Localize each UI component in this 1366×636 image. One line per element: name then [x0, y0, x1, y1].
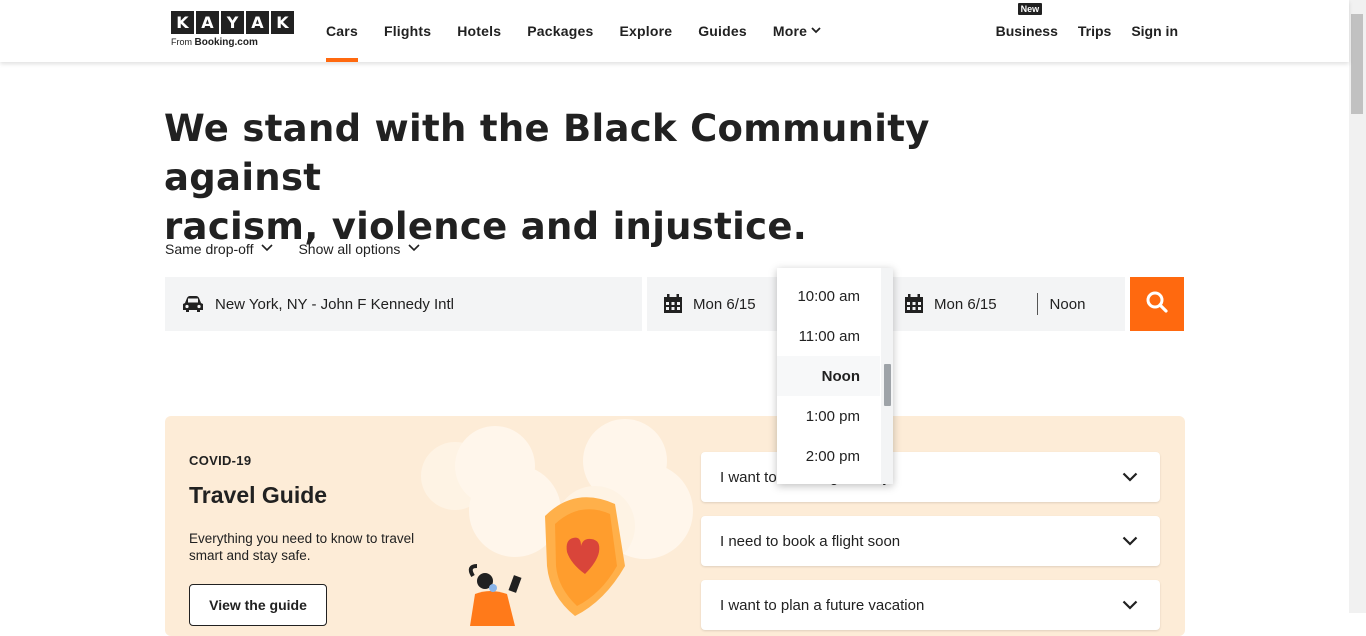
traveler-shield-illustration — [415, 416, 715, 636]
hero-headline: We stand with the Black Community agains… — [164, 104, 1084, 251]
time-option[interactable]: 2:00 pm — [777, 436, 880, 476]
nav-label: Explore — [619, 23, 673, 39]
pickup-time-dropdown[interactable]: 10:00 am 11:00 am Noon 1:00 pm 2:00 pm — [777, 268, 893, 484]
sign-in-link[interactable]: Sign in — [1131, 23, 1178, 39]
business-link[interactable]: New Business — [995, 3, 1058, 39]
nav-cars[interactable]: Cars — [326, 0, 358, 62]
dropoff-time-select[interactable]: Noon — [1050, 296, 1086, 313]
dropoff-option-label: Same drop-off — [165, 241, 254, 257]
nav-label: Guides — [698, 23, 747, 39]
field-divider — [1036, 293, 1038, 315]
nav-guides[interactable]: Guides — [698, 0, 747, 62]
main-nav: Cars Flights Hotels Packages Explore Gui… — [326, 0, 847, 62]
nav-label: Flights — [383, 23, 432, 39]
logo-letter: K — [271, 11, 294, 34]
accordion-travel-now[interactable]: I want to travel right away — [701, 452, 1160, 502]
time-option[interactable]: 1:00 pm — [777, 396, 880, 436]
time-option[interactable]: 11:00 am — [777, 316, 880, 356]
new-badge: New — [1017, 3, 1043, 15]
dropoff-date-value: Mon 6/15 — [934, 295, 997, 313]
show-all-options-label: Show all options — [298, 241, 401, 257]
trips-label: Trips — [1077, 23, 1112, 39]
site-header: K A Y A K From Booking.com Cars Flights … — [0, 0, 1349, 62]
car-icon — [181, 295, 205, 313]
nav-label: More — [772, 23, 808, 39]
calendar-icon — [663, 294, 683, 314]
dropoff-date-field[interactable]: Mon 6/15 Noon — [888, 277, 1125, 331]
logo-subtitle: From Booking.com — [171, 37, 294, 48]
chevron-down-icon — [1122, 597, 1138, 614]
covid-title: Travel Guide — [189, 482, 328, 508]
chevron-down-icon — [408, 243, 420, 255]
trips-link[interactable]: Trips — [1078, 23, 1111, 39]
logo-letter: A — [196, 11, 219, 34]
chevron-down-icon — [261, 243, 274, 255]
nav-hotels[interactable]: Hotels — [457, 0, 501, 62]
accordion-label: I want to plan a future vacation — [720, 596, 925, 614]
kayak-logo[interactable]: K A Y A K From Booking.com — [171, 11, 294, 48]
dropdown-scrollbar-thumb[interactable] — [884, 364, 891, 406]
search-icon — [1145, 290, 1169, 319]
search-options: Same drop-off Show all options — [165, 241, 445, 257]
accordion-plan-vacation[interactable]: I want to plan a future vacation — [701, 580, 1160, 630]
page-scrollbar-thumb[interactable] — [1351, 14, 1363, 114]
logo-sub-brand: Booking.com — [194, 37, 258, 48]
location-value: New York, NY - John F Kennedy Intl — [215, 295, 455, 313]
accordion-label: I need to book a flight soon — [720, 532, 901, 550]
nav-label: Cars — [326, 23, 358, 39]
view-guide-button[interactable]: View the guide — [189, 584, 327, 626]
chevron-down-icon — [1122, 533, 1138, 550]
chevron-down-icon — [811, 26, 821, 37]
search-button[interactable] — [1130, 277, 1184, 331]
nav-packages[interactable]: Packages — [527, 0, 593, 62]
time-option-selected[interactable]: Noon — [777, 356, 880, 396]
logo-letter: Y — [221, 11, 244, 34]
nav-more[interactable]: More — [773, 0, 821, 62]
business-label: Business — [995, 23, 1058, 39]
show-all-options-dropdown[interactable]: Show all options — [298, 241, 420, 257]
hero-line-1: We stand with the Black Community agains… — [164, 107, 930, 199]
covid-kicker: COVID-19 — [189, 453, 252, 468]
nav-label: Hotels — [457, 23, 502, 39]
page-scrollbar[interactable] — [1349, 0, 1366, 613]
nav-label: Packages — [527, 23, 594, 39]
nav-flights[interactable]: Flights — [384, 0, 431, 62]
sign-in-label: Sign in — [1131, 23, 1178, 39]
account-nav: New Business Trips Sign in — [976, 0, 1178, 62]
chevron-down-icon — [1122, 469, 1138, 486]
view-guide-label: View the guide — [209, 597, 307, 613]
dropdown-top-spacer — [777, 268, 893, 276]
calendar-icon — [904, 294, 924, 314]
accordion-book-flight[interactable]: I need to book a flight soon — [701, 516, 1160, 566]
logo-sub-prefix: From — [171, 37, 192, 47]
covid-description: Everything you need to know to travel sm… — [189, 531, 415, 563]
covid-travel-guide-card: COVID-19 Travel Guide Everything you nee… — [165, 416, 1185, 636]
location-field[interactable]: New York, NY - John F Kennedy Intl — [165, 277, 642, 331]
nav-explore[interactable]: Explore — [619, 0, 672, 62]
dropoff-option-dropdown[interactable]: Same drop-off — [165, 241, 274, 257]
logo-letter: K — [171, 11, 194, 34]
time-option[interactable]: 10:00 am — [777, 276, 880, 316]
logo-letters: K A Y A K — [171, 11, 294, 34]
pickup-date-value: Mon 6/15 — [693, 295, 756, 313]
logo-letter: A — [246, 11, 269, 34]
